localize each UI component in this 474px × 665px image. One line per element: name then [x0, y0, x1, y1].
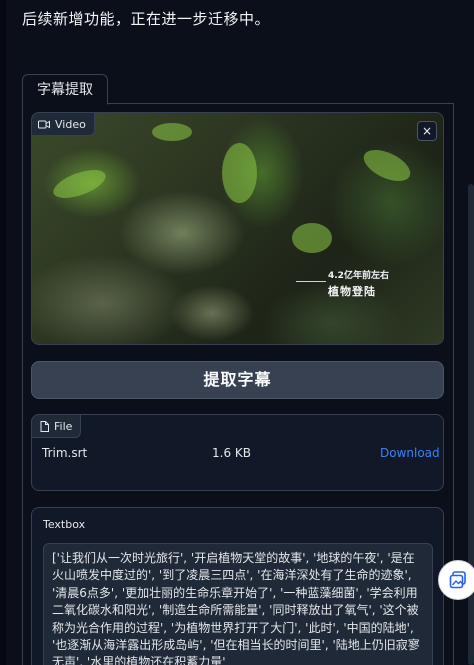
- download-link[interactable]: Download: [380, 446, 440, 460]
- tab-subtitle-extract[interactable]: 字幕提取: [22, 74, 108, 105]
- file-icon: [40, 420, 49, 432]
- left-edge: [0, 0, 6, 665]
- extract-subtitle-button[interactable]: 提取字幕: [31, 361, 444, 399]
- foliage-blob: [49, 164, 110, 204]
- subtitle-textarea[interactable]: ['让我们从一次时光旅行', '开启植物天堂的故事', '地球的午夜', '是在…: [43, 543, 433, 665]
- caption-main-text: 植物登陆: [328, 285, 376, 298]
- caption-line: [296, 281, 326, 282]
- image-gallery-icon: [449, 571, 466, 589]
- file-label: File: [31, 414, 82, 438]
- video-player[interactable]: [31, 112, 444, 345]
- close-button[interactable]: ×: [417, 121, 437, 141]
- foliage-blob: [222, 143, 257, 203]
- file-size: 1.6 KB: [212, 446, 251, 460]
- video-caption-overlay: 4.2亿年前左右 植物登陆: [296, 268, 414, 304]
- floating-action-button[interactable]: [438, 560, 474, 600]
- file-name: Trim.srt: [42, 446, 88, 460]
- tab-bar: 字幕提取: [22, 74, 454, 105]
- file-label-text: File: [54, 419, 73, 433]
- app-page: 后续新增功能，正在进一步迁移中。 字幕提取 Video × 4.2亿年前左右 植…: [0, 0, 474, 665]
- video-label: Video: [31, 112, 95, 136]
- caption-top-text: 4.2亿年前左右: [328, 271, 389, 281]
- foliage-blob: [292, 223, 332, 253]
- foliage-blob: [152, 123, 192, 141]
- textbox-label: Textbox: [43, 518, 86, 531]
- video-label-text: Video: [55, 117, 86, 131]
- notice-text: 后续新增功能，正在进一步迁移中。: [22, 10, 271, 28]
- video-camera-icon: [38, 120, 50, 128]
- foliage-blob: [359, 143, 415, 188]
